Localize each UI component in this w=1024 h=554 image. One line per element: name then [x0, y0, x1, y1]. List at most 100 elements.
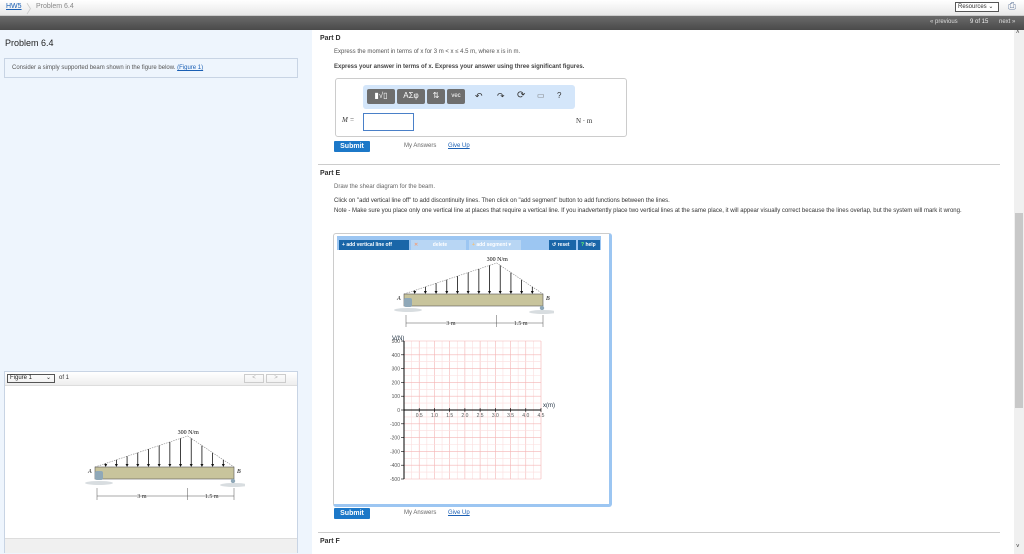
x-tick-label: 4.0 — [522, 413, 529, 419]
equation-toolbar: ▮√▯ ΑΣφ ⇅ vec ↶ ↷ ⟳ ▭ ? — [363, 85, 575, 109]
part-d-my-answers[interactable]: My Answers — [404, 143, 436, 149]
ground-b — [220, 483, 245, 487]
part-e-my-answers[interactable]: My Answers — [404, 510, 436, 516]
y-tick-label: -300 — [390, 449, 400, 455]
help-button[interactable]: ? help — [578, 240, 600, 250]
greek-symbols-button[interactable]: ΑΣφ — [397, 89, 425, 104]
arrow-head — [168, 464, 172, 467]
arrow-head — [211, 464, 215, 467]
x-tick-label: 2.5 — [477, 413, 484, 419]
scroll-down-icon[interactable]: ˅ — [1016, 544, 1020, 550]
x-tick-label: 1.5 — [446, 413, 453, 419]
roller-support-b — [230, 478, 236, 484]
problem-panel: Problem 6.4 Consider a simply supported … — [0, 30, 312, 554]
label-b: B — [237, 469, 241, 475]
part-d-submit-button[interactable]: Submit — [334, 141, 370, 152]
arrow-head — [509, 291, 513, 294]
pin-support-a — [95, 471, 103, 480]
y-tick-label: 300 — [392, 367, 401, 373]
intro-text: Consider a simply supported beam shown i… — [12, 65, 176, 71]
arrow-head — [104, 464, 108, 467]
arrow-head — [477, 291, 481, 294]
chevron-down-icon: ⌄ — [45, 375, 51, 381]
problem-position: 9 of 15 — [970, 19, 989, 25]
part-e-give-up[interactable]: Give Up — [448, 510, 470, 516]
previous-link[interactable]: « previous — [930, 19, 958, 25]
arrow-head — [520, 291, 524, 294]
label-a: A — [87, 469, 92, 475]
print-icon[interactable]: ⎙ — [1008, 1, 1016, 12]
question-icon: ? — [581, 242, 585, 248]
scroll-up-icon[interactable]: ˄ — [1016, 30, 1020, 36]
part-d-instruction: Express your answer in terms of x. Expre… — [334, 64, 585, 70]
unit-label: N · m — [576, 117, 593, 125]
help-label: help — [585, 242, 596, 248]
resources-select[interactable]: Resources ⌄ — [955, 2, 999, 12]
dimension-label: 3 m — [137, 494, 147, 500]
figure-header: Figure 1 ⌄ of 1 < > — [5, 372, 297, 386]
next-link[interactable]: next » — [999, 19, 1015, 25]
y-tick-label: 400 — [392, 353, 401, 359]
part-e-note: Note - Make sure you place only one vert… — [334, 208, 962, 214]
chevron-down-icon: ⌄ — [988, 4, 994, 10]
problem-intro: Consider a simply supported beam shown i… — [4, 58, 298, 78]
part-d-prompt: Express the moment in terms of x for 3 m… — [334, 49, 521, 55]
arrow-head — [125, 464, 129, 467]
part-f-title: Part F — [320, 538, 340, 545]
y-tick-label: 200 — [392, 380, 401, 386]
load-outline — [403, 262, 544, 295]
y-tick-label: 100 — [392, 394, 401, 400]
label-b: B — [546, 296, 550, 302]
load-label: 300 N/m — [178, 430, 200, 436]
dimension-label: 1.5 m — [205, 494, 219, 500]
navigation-bar: « previous 9 of 15 next » — [0, 16, 1024, 30]
resources-label: Resources — [958, 4, 987, 10]
figure-prev-button[interactable]: < — [244, 374, 264, 383]
y-tick-label: -400 — [390, 463, 400, 469]
figure-link[interactable]: (Figure 1) — [177, 65, 203, 71]
keyboard-icon[interactable]: ▭ — [537, 91, 545, 100]
breadcrumb-hw5[interactable]: HW5 — [6, 3, 22, 10]
dimension-label: 3 m — [446, 321, 456, 327]
figure-next-button[interactable]: > — [266, 374, 286, 383]
roller-support-b — [539, 305, 545, 311]
ground-a — [394, 308, 422, 312]
x-axis-label: x(m) — [543, 403, 555, 409]
load-label: 300 N/m — [487, 257, 509, 263]
figure-select[interactable]: Figure 1 ⌄ — [7, 374, 55, 383]
pin-support-a — [404, 298, 412, 307]
reset-icon[interactable]: ⟳ — [517, 90, 525, 101]
widget-toolbar: + add vertical line off ✕ delete + add se… — [337, 236, 601, 250]
scrollbar-thumb[interactable] — [1015, 213, 1023, 408]
part-d-give-up[interactable]: Give Up — [448, 143, 470, 149]
help-icon[interactable]: ? — [557, 91, 561, 100]
add-vertical-label: add vertical line off — [346, 242, 392, 248]
arrow-head — [434, 291, 438, 294]
beam — [94, 466, 235, 480]
vector-button[interactable]: vec — [447, 89, 465, 104]
arrow-head — [445, 291, 449, 294]
label-a: A — [396, 296, 401, 302]
moment-input[interactable] — [363, 113, 414, 131]
part-e-title: Part E — [320, 170, 341, 177]
redo-icon[interactable]: ↷ — [497, 91, 505, 102]
arrows-button[interactable]: ⇅ — [427, 89, 445, 104]
arrow-head — [530, 291, 534, 294]
x-tick-label: 4.5 — [538, 413, 545, 419]
x-tick-label: 1.0 — [431, 413, 438, 419]
load-outline — [94, 435, 235, 468]
arrow-head — [179, 464, 183, 467]
arrow-head — [466, 291, 470, 294]
arrow-head — [488, 291, 492, 294]
figure-select-label: Figure 1 — [10, 375, 33, 381]
templates-button[interactable]: ▮√▯ — [367, 89, 395, 104]
part-e-submit-button[interactable]: Submit — [334, 508, 370, 519]
arrow-head — [146, 464, 150, 467]
x-tick-label: 0.5 — [416, 413, 423, 419]
shear-chart[interactable]: 5004003002001000-100-200-300-400-5000.5 1… — [364, 329, 594, 489]
figure-footer — [5, 538, 297, 553]
undo-icon[interactable]: ↶ — [475, 91, 483, 102]
scrollbar[interactable]: ˄ ˅ — [1014, 30, 1024, 554]
divider — [318, 164, 1000, 165]
x-tick-label: 3.0 — [492, 413, 499, 419]
